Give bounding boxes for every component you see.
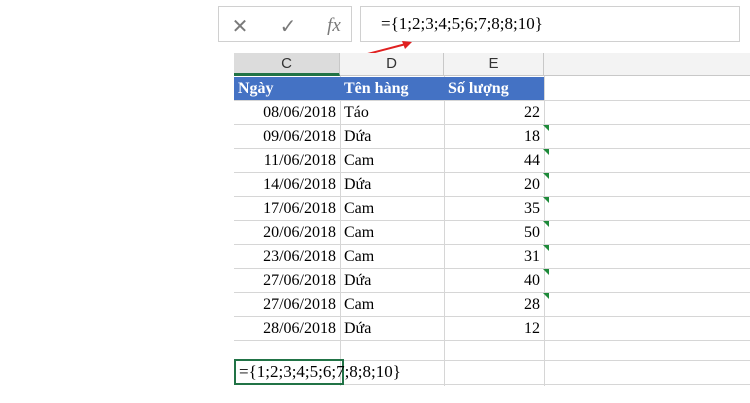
item-cell[interactable]: Dứa bbox=[340, 173, 444, 196]
column-header-c[interactable]: C bbox=[234, 53, 340, 76]
date-cell[interactable]: 27/06/2018 bbox=[234, 293, 340, 316]
item-cell[interactable]: Dứa bbox=[340, 317, 444, 340]
error-indicator-icon[interactable] bbox=[543, 125, 549, 131]
item-cell[interactable]: Cam bbox=[340, 149, 444, 172]
item-cell[interactable]: Dứa bbox=[340, 125, 444, 148]
qty-cell[interactable]: 22 bbox=[444, 101, 544, 124]
active-cell-formula: ={1;2;3;4;5;6;7;8;8;10} bbox=[239, 362, 401, 381]
qty-cell[interactable]: 18 bbox=[444, 125, 544, 148]
qty-cell[interactable]: 35 bbox=[444, 197, 544, 220]
column-header-e[interactable]: E bbox=[444, 53, 544, 76]
date-cell[interactable]: 20/06/2018 bbox=[234, 221, 340, 244]
enter-icon[interactable]: ✓ bbox=[273, 14, 303, 38]
item-cell[interactable]: Cam bbox=[340, 245, 444, 268]
date-cell[interactable]: 14/06/2018 bbox=[234, 173, 340, 196]
error-indicator-icon[interactable] bbox=[543, 245, 549, 251]
qty-cell[interactable]: 40 bbox=[444, 269, 544, 292]
item-cell[interactable]: Cam bbox=[340, 197, 444, 220]
header-cell-qty[interactable]: Số lượng bbox=[444, 77, 544, 100]
error-indicator-icon[interactable] bbox=[543, 269, 549, 275]
formula-input[interactable]: ={1;2;3;4;5;6;7;8;8;10} bbox=[360, 6, 740, 42]
qty-cell[interactable]: 31 bbox=[444, 245, 544, 268]
qty-cell[interactable]: 28 bbox=[444, 293, 544, 316]
cancel-icon[interactable]: ✕ bbox=[225, 14, 255, 38]
column-header-d[interactable]: D bbox=[340, 53, 444, 76]
error-indicator-icon[interactable] bbox=[543, 197, 549, 203]
item-cell[interactable]: Cam bbox=[340, 221, 444, 244]
date-cell[interactable]: 28/06/2018 bbox=[234, 317, 340, 340]
qty-cell[interactable]: 50 bbox=[444, 221, 544, 244]
grid-line bbox=[234, 340, 750, 341]
error-indicator-icon[interactable] bbox=[543, 149, 549, 155]
item-cell[interactable]: Dứa bbox=[340, 269, 444, 292]
date-cell[interactable]: 08/06/2018 bbox=[234, 101, 340, 124]
formula-bar-buttons: ✕ ✓ fx bbox=[218, 6, 352, 42]
qty-cell[interactable]: 20 bbox=[444, 173, 544, 196]
date-cell[interactable]: 11/06/2018 bbox=[234, 149, 340, 172]
date-cell[interactable]: 17/06/2018 bbox=[234, 197, 340, 220]
date-cell[interactable]: 27/06/2018 bbox=[234, 269, 340, 292]
item-cell[interactable]: Cam bbox=[340, 293, 444, 316]
qty-cell[interactable]: 12 bbox=[444, 317, 544, 340]
qty-cell[interactable]: 44 bbox=[444, 149, 544, 172]
error-indicator-icon[interactable] bbox=[543, 293, 549, 299]
header-cell-item[interactable]: Tên hàng bbox=[340, 77, 444, 100]
error-indicator-icon[interactable] bbox=[543, 221, 549, 227]
item-cell[interactable]: Táo bbox=[340, 101, 444, 124]
insert-function-button[interactable]: fx bbox=[319, 15, 349, 37]
date-cell[interactable]: 23/06/2018 bbox=[234, 245, 340, 268]
column-header-f[interactable] bbox=[544, 53, 750, 76]
date-cell[interactable]: 09/06/2018 bbox=[234, 125, 340, 148]
header-cell-date[interactable]: Ngày bbox=[234, 77, 340, 100]
error-indicator-icon[interactable] bbox=[543, 173, 549, 179]
